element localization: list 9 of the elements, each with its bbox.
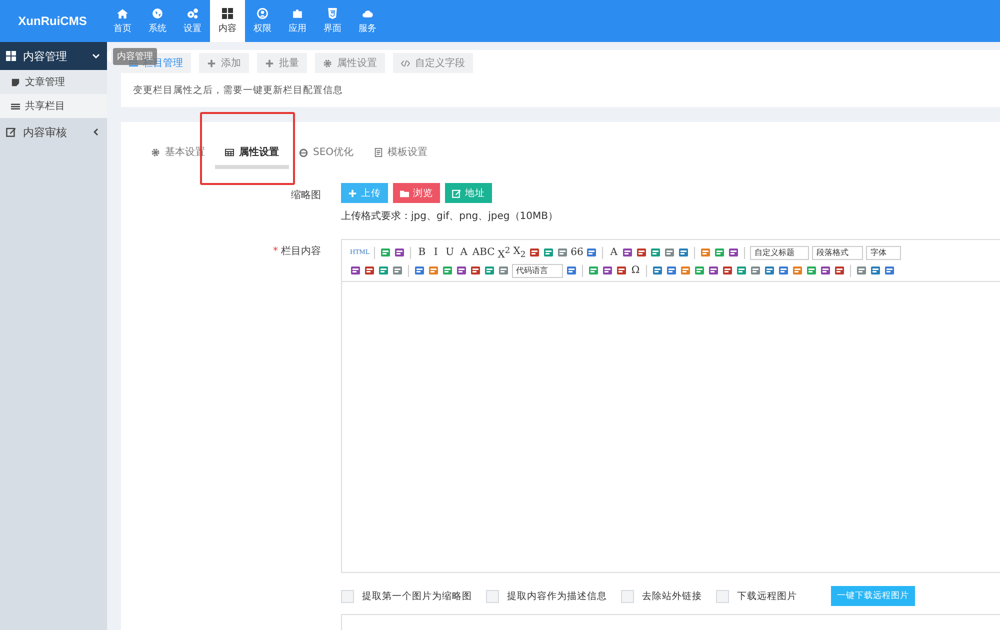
hint-text: 上传格式要求：jpg、gif、png、jpeg（10MB） — [341, 210, 559, 223]
required-mark: * — [273, 246, 278, 257]
checkbox-label: 提取内容作为描述信息 — [507, 590, 607, 602]
checkbox-label: 提取第一个图片为缩略图 — [362, 590, 472, 602]
checkbox-label: 去除站外链接 — [642, 590, 702, 602]
checkbox-label: 下载远程图片 — [737, 590, 797, 602]
field-label: 缩略图 — [290, 188, 322, 203]
notice-text: 变更栏目属性之后，需要一键更新栏目配置信息 — [132, 84, 344, 97]
field-label: 栏目内容 — [281, 246, 321, 257]
